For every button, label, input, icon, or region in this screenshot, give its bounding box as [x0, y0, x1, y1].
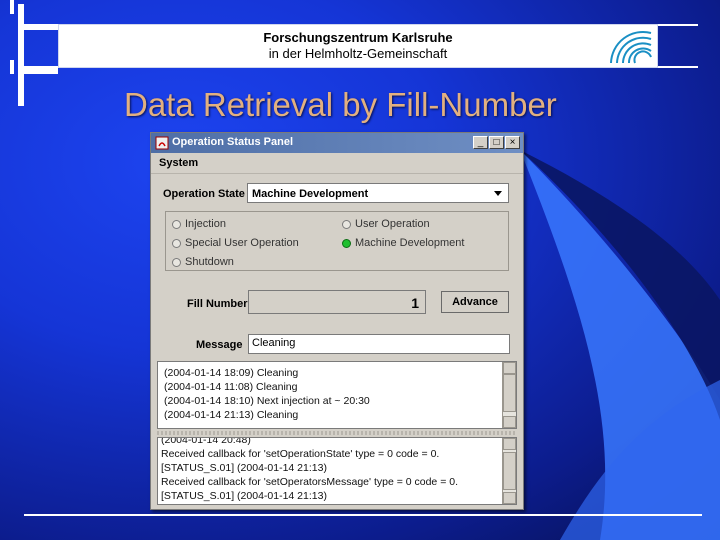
- radio-injection[interactable]: Injection: [172, 218, 226, 230]
- console-line: [STATUS_S.01] (2004-01-14 21:13): [161, 490, 327, 502]
- operation-state-value: Machine Development: [252, 188, 369, 200]
- console-line: Received callback for 'setOperatorsMessa…: [161, 476, 458, 488]
- console-line: [STATUS_S.01] (2004-01-14 21:13): [161, 462, 327, 474]
- console-scrollbar[interactable]: [502, 438, 516, 504]
- fill-number-label: Fill Number: [187, 298, 248, 310]
- scroll-thumb[interactable]: [503, 374, 516, 412]
- window-titlebar[interactable]: Operation Status Panel _ □ ×: [151, 133, 523, 153]
- console-line: (2004-01-14 20:48): [161, 437, 251, 446]
- operation-state-dropdown[interactable]: Machine Development: [247, 183, 509, 203]
- message-label: Message: [196, 339, 243, 351]
- split-pane-divider[interactable]: [157, 431, 517, 435]
- scroll-up-icon[interactable]: [503, 362, 516, 374]
- org-name: Forschungszentrum Karlsruhe: [263, 30, 453, 45]
- institution-header: Forschungszentrum Karlsruhe in der Helmh…: [58, 24, 658, 68]
- radio-user-operation[interactable]: User Operation: [342, 218, 430, 230]
- radio-indicator: [172, 238, 181, 248]
- list-item: (2004-01-14 11:08) Cleaning: [164, 381, 298, 393]
- org-subtitle: in der Helmholtz-Gemeinschaft: [268, 46, 448, 61]
- fill-number-field: 1: [248, 290, 426, 314]
- scroll-down-icon[interactable]: [503, 492, 516, 504]
- radio-machine-development[interactable]: Machine Development: [342, 237, 464, 249]
- radio-shutdown[interactable]: Shutdown: [172, 256, 234, 268]
- list-item: (2004-01-14 21:13) Cleaning: [164, 409, 299, 421]
- footer-rule: [24, 514, 702, 516]
- radio-indicator: [172, 219, 181, 229]
- radio-label: Injection: [185, 218, 226, 230]
- radio-label: Special User Operation: [185, 237, 299, 249]
- operation-state-label: Operation State: [163, 188, 245, 200]
- window-title: Operation Status Panel: [172, 136, 294, 148]
- java-app-icon: [155, 136, 169, 150]
- radio-label: Shutdown: [185, 256, 234, 268]
- message-input[interactable]: Cleaning: [248, 334, 510, 354]
- close-button[interactable]: ×: [505, 136, 520, 149]
- operation-state-radio-group: Injection User Operation Special User Op…: [165, 211, 509, 271]
- slide-title: Data Retrieval by Fill-Number: [124, 86, 557, 123]
- scroll-up-icon[interactable]: [503, 438, 516, 450]
- kit-wave-logo-icon: [610, 30, 652, 64]
- radio-indicator: [172, 257, 181, 267]
- chevron-down-icon: [494, 191, 502, 196]
- list-item: (2004-01-14 18:10) Next injection at ~ 2…: [164, 395, 370, 407]
- list-item: (2004-01-14 18:09) Cleaning: [164, 367, 299, 379]
- operation-status-window: Operation Status Panel _ □ × System Oper…: [150, 132, 524, 510]
- radio-label: Machine Development: [355, 237, 465, 249]
- radio-special-user-operation[interactable]: Special User Operation: [172, 237, 299, 249]
- callback-console[interactable]: (2004-01-14 20:48) Received callback for…: [157, 437, 517, 505]
- radio-indicator: [342, 219, 351, 229]
- radio-indicator-selected: [342, 238, 351, 248]
- log-scrollbar[interactable]: [502, 362, 516, 428]
- menubar: System: [151, 153, 523, 174]
- fill-number-value: 1: [411, 295, 419, 311]
- advance-button[interactable]: Advance: [441, 291, 509, 313]
- radio-label: User Operation: [355, 218, 430, 230]
- minimize-button[interactable]: _: [473, 136, 488, 149]
- scroll-down-icon[interactable]: [503, 416, 516, 428]
- console-line: Received callback for 'setOperationState…: [161, 448, 440, 460]
- maximize-button[interactable]: □: [489, 136, 504, 149]
- status-log-list[interactable]: (2004-01-14 18:09) Cleaning (2004-01-14 …: [157, 361, 517, 429]
- menu-system[interactable]: System: [159, 157, 198, 169]
- scroll-thumb[interactable]: [503, 452, 516, 490]
